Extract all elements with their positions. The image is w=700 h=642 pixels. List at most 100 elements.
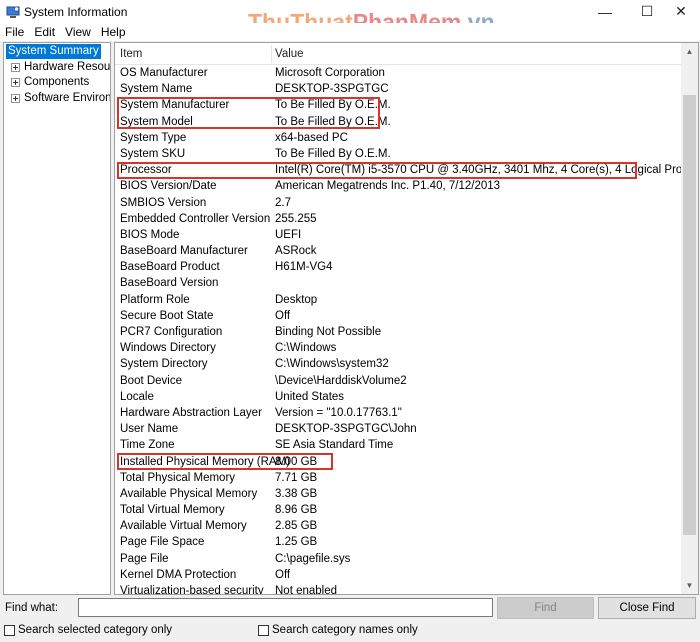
expand-icon[interactable]	[11, 93, 20, 103]
tree-item-hardware-resources[interactable]: Hardware Resources	[4, 60, 110, 76]
menu-bar: File Edit View Help	[0, 23, 700, 41]
row-item-value: 255.255	[275, 212, 317, 225]
table-row[interactable]: Embedded Controller Version 255.255	[115, 211, 683, 227]
find-bar: Find what: Find Close Find Search select…	[0, 597, 700, 642]
minimize-button[interactable]: —	[586, 0, 624, 23]
table-row[interactable]: BaseBoard Product H61M-VG4	[115, 259, 683, 275]
menu-help[interactable]: Help	[96, 25, 131, 39]
scroll-thumb[interactable]	[683, 95, 696, 535]
row-item-value: Off	[275, 309, 291, 322]
menu-edit[interactable]: Edit	[29, 25, 60, 39]
table-row[interactable]: BaseBoard Manufacturer ASRock	[115, 243, 683, 259]
row-item-value: United States	[275, 390, 345, 403]
table-row[interactable]: BIOS Mode UEFI	[115, 227, 683, 243]
table-row[interactable]: System Type x64-based PC	[115, 130, 683, 146]
row-item-value: 8.96 GB	[275, 504, 318, 517]
row-item-name: System Directory	[120, 358, 208, 371]
find-input[interactable]	[78, 598, 493, 617]
table-row[interactable]: User Name DESKTOP-3SPGTGC\John	[115, 421, 683, 437]
table-row[interactable]: Total Virtual Memory 8.96 GB	[115, 502, 683, 518]
menu-view[interactable]: View	[60, 25, 96, 39]
scroll-up-icon[interactable]: ▲	[681, 43, 698, 60]
table-row[interactable]: Page File C:\pagefile.sys	[115, 551, 683, 567]
search-selected-category-option[interactable]: Search selected category only	[4, 624, 172, 636]
list-rows: OS Manufacturer Microsoft Corporation Syst…	[115, 65, 692, 595]
search-selected-checkbox[interactable]	[4, 624, 15, 636]
row-item-value: Off	[275, 568, 291, 581]
table-row[interactable]: Kernel DMA Protection Off	[115, 567, 683, 583]
table-row[interactable]: System Directory C:\Windows\system32	[115, 356, 683, 372]
row-item-value: 7.71 GB	[275, 471, 318, 484]
table-row[interactable]: Platform Role Desktop	[115, 292, 683, 308]
table-row[interactable]: Secure Boot State Off	[115, 308, 683, 324]
table-row[interactable]: Time Zone SE Asia Standard Time	[115, 437, 683, 453]
row-item-name: Total Virtual Memory	[120, 504, 225, 517]
tree-item-label: Software Environment	[24, 91, 111, 104]
category-tree: System Summary Hardware Resources Compon…	[3, 42, 111, 595]
column-header-item[interactable]: Item	[120, 43, 142, 65]
row-item-value: 2.85 GB	[275, 520, 318, 533]
table-row[interactable]: OS Manufacturer Microsoft Corporation	[115, 65, 683, 81]
row-item-value: DESKTOP-3SPGTGC\John	[275, 423, 417, 436]
maximize-button[interactable]: ☐	[628, 0, 666, 23]
row-item-value: C:\Windows	[275, 342, 337, 355]
system-information-icon	[6, 5, 20, 19]
table-row[interactable]: Total Physical Memory 7.71 GB	[115, 470, 683, 486]
row-item-value: SE Asia Standard Time	[275, 439, 394, 452]
table-row[interactable]: Virtualization-based security Not enabled	[115, 583, 683, 595]
row-item-value: ASRock	[275, 245, 317, 258]
highlight-box-processor	[117, 162, 637, 179]
table-row[interactable]: Windows Directory C:\Windows	[115, 340, 683, 356]
expand-icon[interactable]	[11, 62, 20, 72]
table-row[interactable]: Available Physical Memory 3.38 GB	[115, 486, 683, 502]
row-item-name: Page File	[120, 552, 169, 565]
row-item-value: To Be Filled By O.E.M.	[275, 147, 391, 160]
table-row[interactable]: Page File Space 1.25 GB	[115, 534, 683, 550]
tree-item-software-environment[interactable]: Software Environment	[4, 91, 110, 107]
tree-item-system-summary[interactable]: System Summary	[6, 44, 101, 60]
row-item-value: \Device\HarddiskVolume2	[275, 374, 407, 387]
row-item-value: 1.25 GB	[275, 536, 318, 549]
expand-icon[interactable]	[11, 78, 20, 88]
table-row[interactable]: Locale United States	[115, 389, 683, 405]
menu-file[interactable]: File	[0, 25, 29, 39]
table-row[interactable]: Boot Device \Device\HarddiskVolume2	[115, 373, 683, 389]
row-item-value: Not enabled	[275, 585, 338, 595]
table-row[interactable]: System SKU To Be Filled By O.E.M.	[115, 146, 683, 162]
column-divider[interactable]	[271, 45, 272, 63]
highlight-box-system-manufacturer-model	[117, 97, 380, 129]
search-names-checkbox[interactable]	[258, 624, 269, 636]
row-item-name: Time Zone	[120, 439, 175, 452]
scroll-down-icon[interactable]: ▼	[681, 577, 698, 594]
row-item-value: H61M-VG4	[275, 261, 333, 274]
row-item-name: Platform Role	[120, 293, 190, 306]
table-row[interactable]: BIOS Version/Date American Megatrends Inc…	[115, 178, 683, 194]
row-item-value: DESKTOP-3SPGTGC	[275, 83, 389, 96]
tree-item-components[interactable]: Components	[4, 75, 110, 91]
row-item-value: C:\Windows\system32	[275, 358, 389, 371]
search-category-names-option[interactable]: Search category names only	[258, 624, 418, 636]
search-names-label: Search category names only	[272, 624, 418, 636]
highlight-box-installed-memory	[117, 453, 333, 470]
close-button[interactable]: ✕	[662, 0, 700, 23]
vertical-scrollbar[interactable]: ▲ ▼	[681, 43, 698, 594]
row-item-name: OS Manufacturer	[120, 67, 208, 79]
table-row[interactable]: Available Virtual Memory 2.85 GB	[115, 518, 683, 534]
table-row[interactable]: System Name DESKTOP-3SPGTGC	[115, 81, 683, 97]
list-header: Item Value	[115, 43, 683, 65]
row-item-name: BaseBoard Product	[120, 261, 220, 274]
row-item-value: UEFI	[275, 228, 302, 241]
row-item-name: Embedded Controller Version	[120, 212, 271, 225]
row-item-name: System Name	[120, 83, 193, 96]
close-find-button[interactable]: Close Find	[598, 597, 696, 619]
table-row[interactable]: PCR7 Configuration Binding Not Possible	[115, 324, 683, 340]
row-item-name: System SKU	[120, 147, 186, 160]
table-row[interactable]: Hardware Abstraction Layer Version = "10.…	[115, 405, 683, 421]
table-row[interactable]: BaseBoard Version	[115, 275, 683, 291]
find-what-label: Find what:	[5, 602, 59, 614]
table-row[interactable]: SMBIOS Version 2.7	[115, 195, 683, 211]
find-button[interactable]: Find	[497, 597, 594, 619]
minimize-icon: —	[598, 3, 612, 20]
column-header-value[interactable]: Value	[275, 43, 304, 65]
row-item-name: System Type	[120, 131, 187, 144]
